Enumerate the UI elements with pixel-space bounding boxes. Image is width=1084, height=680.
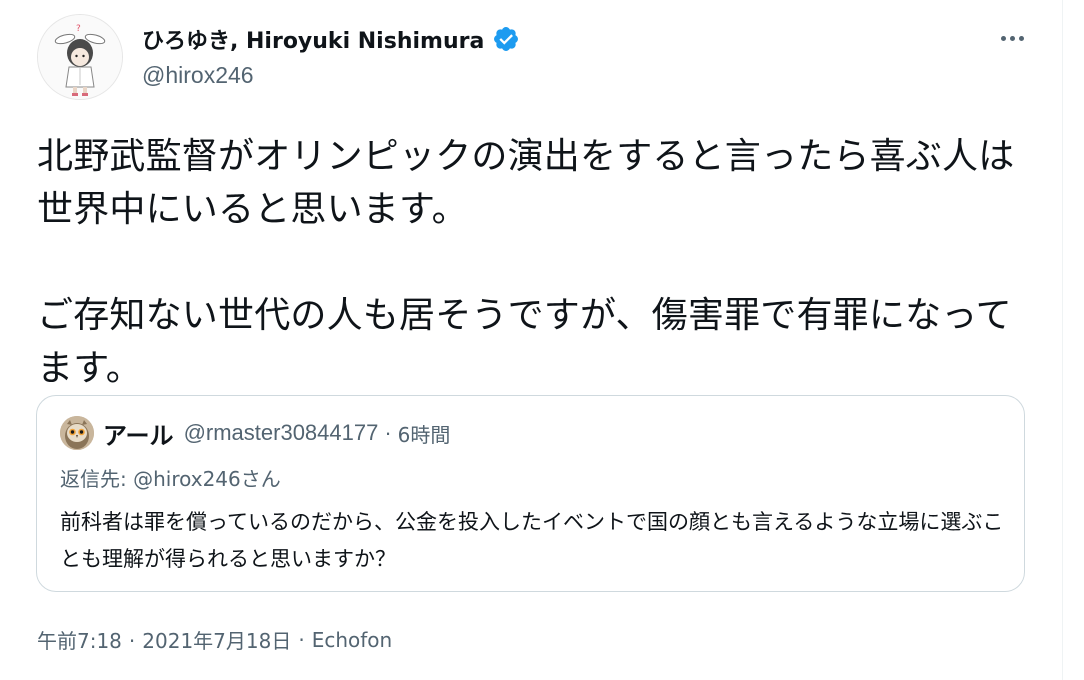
author-name-row[interactable]: ひろゆき, Hiroyuki Nishimura [142, 22, 520, 56]
quoted-time: 6時間 [397, 422, 451, 447]
more-dot [1009, 35, 1015, 41]
quoted-reply-context: 返信先: @hirox246さん [60, 463, 281, 492]
svg-text:?: ? [76, 24, 81, 34]
quoted-tweet[interactable]: アール @rmaster30844177 · 6時間 返信先: @hirox24… [36, 395, 1025, 592]
verified-badge-icon [492, 25, 520, 53]
reply-prefix: 返信先: [60, 467, 134, 491]
tweet-time: 午前7:18 [37, 629, 122, 653]
quoted-handle: @rmaster30844177 [183, 420, 379, 445]
quoted-tweet-text: 前科者は罪を償っているのだから、公金を投入したイベントで国の顔とも言えるような立… [60, 510, 1004, 571]
tweet-text: 北野武監督がオリンピックの演出をすると言ったら喜ぶ人は世界中にいると思います。 … [37, 136, 1015, 389]
reply-mention: @hirox246さん [133, 467, 281, 491]
author-avatar[interactable]: ? [37, 14, 123, 100]
quoted-author-avatar [60, 416, 94, 450]
owl-avatar-image [60, 416, 94, 450]
meta-separator: · [128, 629, 136, 653]
more-dot [1018, 35, 1024, 41]
tweet-meta: 午前7:18 · 2021年7月18日 · Echofon [37, 625, 392, 654]
quoted-header: アール @rmaster30844177 · 6時間 [103, 416, 450, 450]
more-horizontal-icon[interactable] [994, 26, 1030, 50]
tweet-detail-card: ? ひろゆき, Hiroyuki Nishimura @hirox246 北野武… [0, 0, 1063, 680]
tweet-date: 2021年7月18日 [142, 629, 292, 653]
more-dot [1000, 35, 1006, 41]
quoted-separator: · [384, 420, 392, 445]
quoted-display-name: アール [103, 421, 174, 450]
tweet-client-link[interactable]: Echofon [312, 628, 393, 652]
author-handle[interactable]: @hirox246 [142, 62, 254, 89]
author-avatar-image: ? [38, 15, 122, 99]
author-display-name[interactable]: ひろゆき, Hiroyuki Nishimura [142, 23, 484, 55]
tweet-timestamp-link[interactable]: 午前7:18 · 2021年7月18日 [37, 625, 291, 654]
meta-separator: · [298, 627, 305, 652]
